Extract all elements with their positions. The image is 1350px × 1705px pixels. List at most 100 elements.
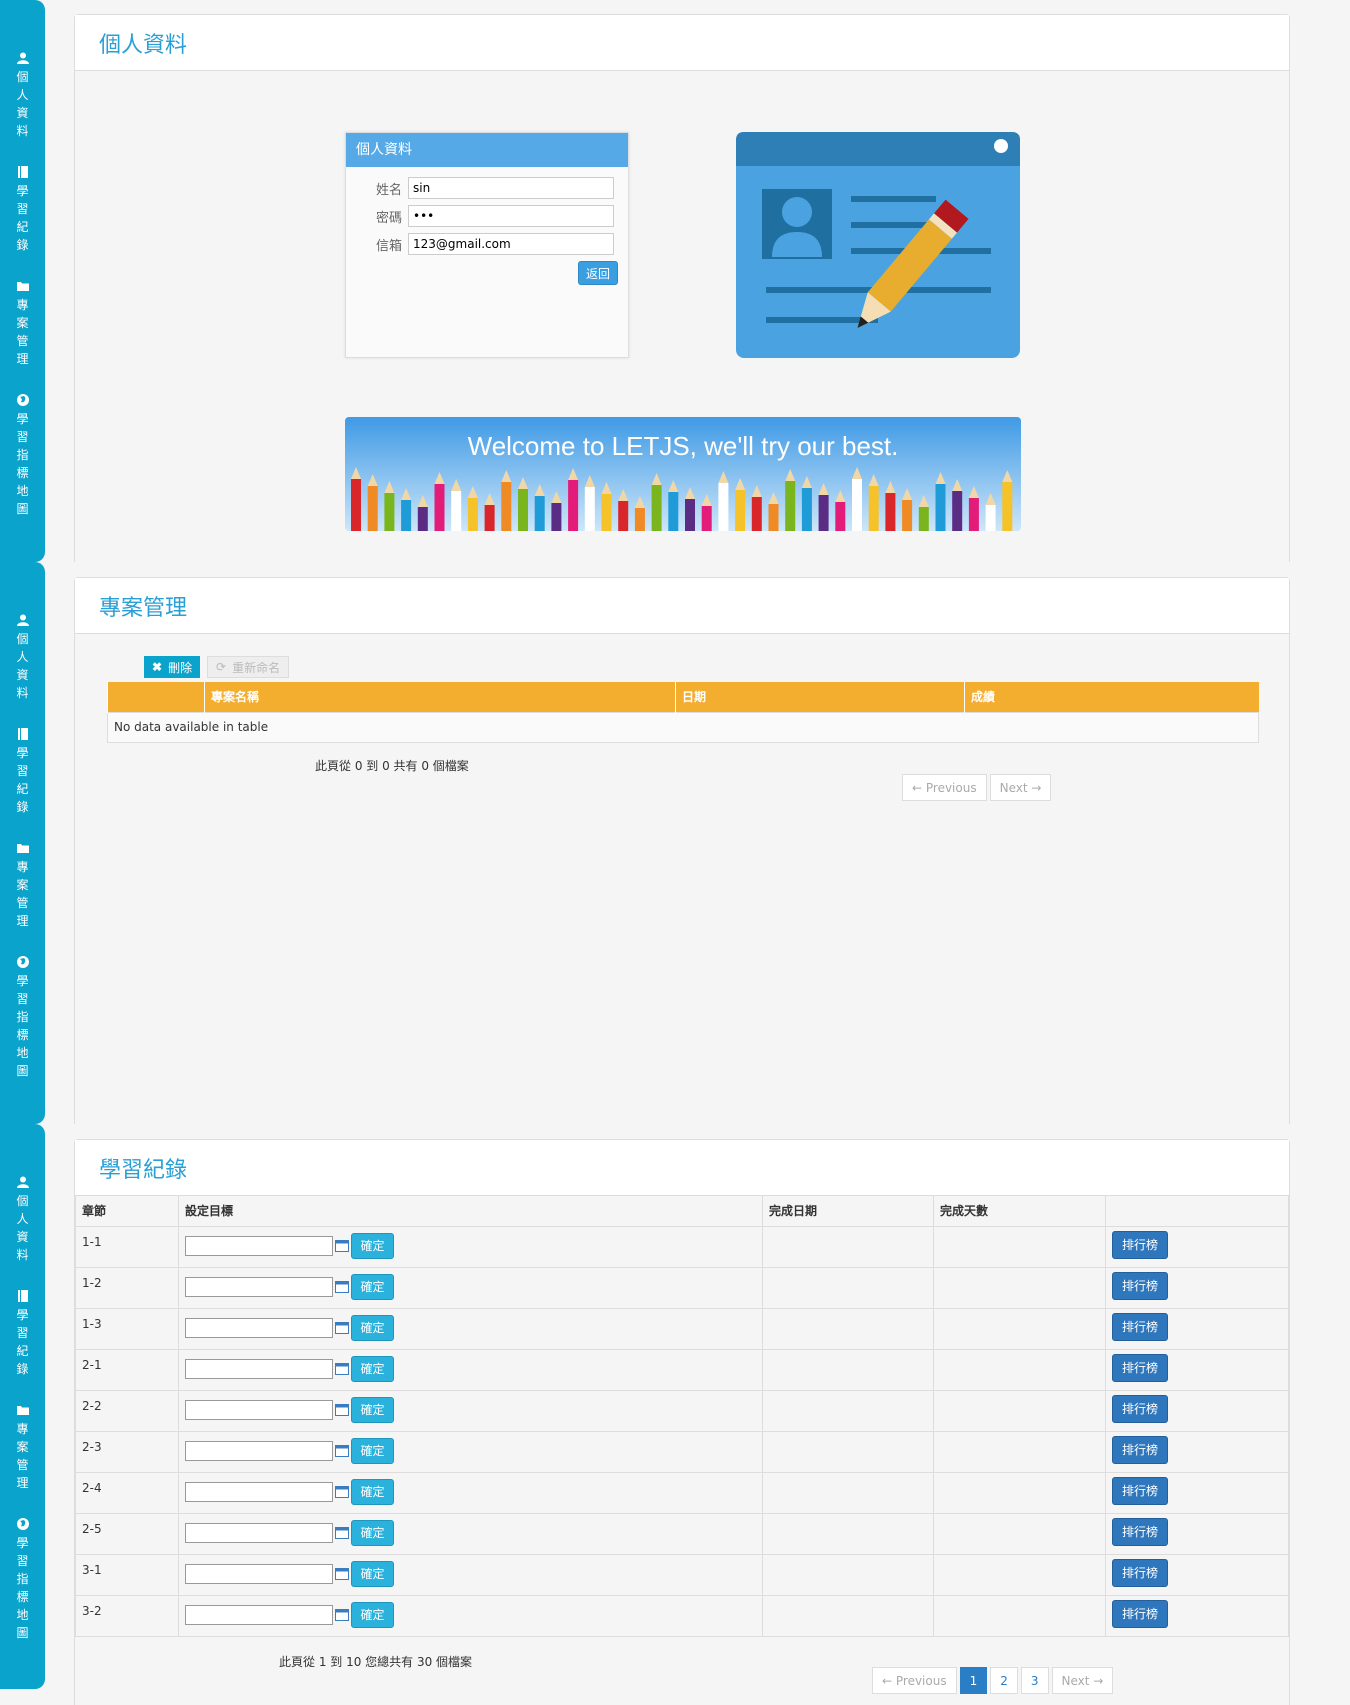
next-page-button[interactable]: Next →	[989, 774, 1052, 801]
page-button-3[interactable]: 3	[1020, 1667, 1049, 1694]
close-icon: ✖	[152, 660, 163, 674]
sidebar-item-label: 專案管理	[16, 860, 29, 928]
goal-date-input[interactable]	[185, 1276, 333, 1297]
leaderboard-button[interactable]: 排行榜	[1112, 1476, 1168, 1505]
leaderboard-button[interactable]: 排行榜	[1112, 1353, 1168, 1382]
email-label: 信箱	[375, 238, 402, 254]
table-row: 2-3 確定 排行榜	[75, 1430, 1289, 1473]
email-field[interactable]	[408, 233, 614, 255]
completion-date-cell	[762, 1225, 934, 1268]
page-button-1[interactable]: 1	[959, 1667, 988, 1694]
pencil	[1002, 470, 1013, 531]
calendar-icon[interactable]	[335, 1321, 349, 1334]
leaderboard-button[interactable]: 排行榜	[1112, 1517, 1168, 1546]
confirm-button[interactable]: 確定	[351, 1273, 394, 1300]
rank-cell: 排行榜	[1105, 1389, 1289, 1432]
goal-date-input[interactable]	[185, 1604, 333, 1625]
calendar-icon[interactable]	[335, 1362, 349, 1375]
confirm-button[interactable]: 確定	[351, 1232, 394, 1259]
next-page-button[interactable]: Next →	[1051, 1667, 1114, 1694]
sidebar-item-learning-record[interactable]: 學習紀錄	[0, 728, 45, 816]
column-header[interactable]	[107, 682, 205, 712]
pencil	[568, 468, 579, 531]
leaderboard-button[interactable]: 排行榜	[1112, 1435, 1168, 1464]
sidebar: 個人資料 學習紀錄 專案管理 學習指標地圖	[0, 562, 45, 1124]
password-field[interactable]	[408, 205, 614, 227]
confirm-button[interactable]: 確定	[351, 1478, 394, 1505]
column-header[interactable]: 成績	[964, 682, 1259, 712]
calendar-icon[interactable]	[335, 1403, 349, 1416]
goal-date-input[interactable]	[185, 1440, 333, 1461]
calendar-icon[interactable]	[335, 1567, 349, 1580]
goal-cell: 確定	[178, 1512, 763, 1555]
chapter-cell: 2-1	[75, 1348, 179, 1391]
goal-date-input[interactable]	[185, 1399, 333, 1420]
prev-page-button[interactable]: ← Previous	[872, 1667, 957, 1694]
section-title: 學習紀錄	[99, 1157, 188, 1183]
leaderboard-button[interactable]: 排行榜	[1112, 1558, 1168, 1587]
leaderboard-button[interactable]: 排行榜	[1112, 1394, 1168, 1423]
name-field[interactable]	[408, 177, 614, 199]
goal-cell: 確定	[178, 1594, 763, 1637]
sidebar-item-learning-record[interactable]: 學習紀錄	[0, 166, 45, 254]
empty-table-message: No data available in table	[107, 711, 1259, 743]
calendar-icon[interactable]	[335, 1608, 349, 1621]
leaderboard-button[interactable]: 排行榜	[1112, 1599, 1168, 1628]
sidebar-item-profile[interactable]: 個人資料	[0, 614, 45, 702]
table-row: 3-1 確定 排行榜	[75, 1553, 1289, 1596]
folder-icon	[16, 1406, 29, 1415]
leaderboard-button[interactable]: 排行榜	[1112, 1271, 1168, 1300]
delete-button[interactable]: ✖ 刪除	[144, 656, 201, 678]
chapter-cell: 1-3	[75, 1307, 179, 1350]
book-icon	[17, 166, 28, 178]
calendar-icon[interactable]	[335, 1280, 349, 1293]
sidebar-item-profile[interactable]: 個人資料	[0, 52, 45, 140]
confirm-button[interactable]: 確定	[351, 1314, 394, 1341]
page-button-2[interactable]: 2	[990, 1667, 1018, 1694]
sidebar-item-project[interactable]: 專案管理	[0, 842, 45, 930]
confirm-button[interactable]: 確定	[351, 1519, 394, 1546]
sidebar-item-profile[interactable]: 個人資料	[0, 1176, 45, 1264]
table-header-row: 章節 設定目標 完成日期 完成天數	[75, 1196, 1289, 1227]
confirm-button[interactable]: 確定	[351, 1437, 394, 1464]
confirm-button[interactable]: 確定	[351, 1396, 394, 1423]
leaderboard-button[interactable]: 排行榜	[1112, 1230, 1168, 1259]
confirm-button[interactable]: 確定	[351, 1601, 394, 1628]
book-icon	[17, 728, 28, 740]
goal-date-input[interactable]	[185, 1563, 333, 1584]
calendar-icon[interactable]	[335, 1239, 349, 1252]
sidebar-item-map[interactable]: 學習指標地圖	[0, 1518, 45, 1642]
leaderboard-button[interactable]: 排行榜	[1112, 1312, 1168, 1341]
confirm-button[interactable]: 確定	[351, 1560, 394, 1587]
pagination: ← Previous Next →	[902, 774, 1052, 801]
goal-date-input[interactable]	[185, 1481, 333, 1502]
back-button[interactable]: 返回	[578, 261, 618, 285]
sidebar-item-learning-record[interactable]: 學習紀錄	[0, 1290, 45, 1378]
calendar-icon[interactable]	[335, 1485, 349, 1498]
sidebar-item-map[interactable]: 學習指標地圖	[0, 956, 45, 1080]
chapter-cell: 2-3	[75, 1430, 179, 1473]
calendar-icon[interactable]	[335, 1444, 349, 1457]
welcome-banner: Welcome to LETJS, we'll try our best.	[345, 417, 1021, 531]
goal-date-input[interactable]	[185, 1317, 333, 1338]
column-header[interactable]: 日期	[675, 682, 965, 712]
completion-days-cell	[933, 1348, 1106, 1391]
rank-cell: 排行榜	[1105, 1430, 1289, 1473]
goal-cell: 確定	[178, 1430, 763, 1473]
completion-date-cell	[762, 1471, 934, 1514]
sidebar-item-label: 學習紀錄	[16, 746, 29, 814]
table-row: 1-1 確定 排行榜	[75, 1225, 1289, 1268]
prev-page-button[interactable]: ← Previous	[902, 774, 987, 801]
goal-date-input[interactable]	[185, 1235, 333, 1256]
panel-header: 學習紀錄	[75, 1140, 1289, 1196]
sidebar-item-project[interactable]: 專案管理	[0, 280, 45, 368]
goal-date-input[interactable]	[185, 1358, 333, 1379]
sidebar-item-map[interactable]: 學習指標地圖	[0, 394, 45, 518]
sidebar-item-label: 個人資料	[16, 632, 29, 700]
column-header[interactable]: 專案名稱	[204, 682, 676, 712]
calendar-icon[interactable]	[335, 1526, 349, 1539]
rename-button[interactable]: ⟳ 重新命名	[207, 656, 290, 678]
sidebar-item-project[interactable]: 專案管理	[0, 1404, 45, 1492]
confirm-button[interactable]: 確定	[351, 1355, 394, 1382]
goal-date-input[interactable]	[185, 1522, 333, 1543]
